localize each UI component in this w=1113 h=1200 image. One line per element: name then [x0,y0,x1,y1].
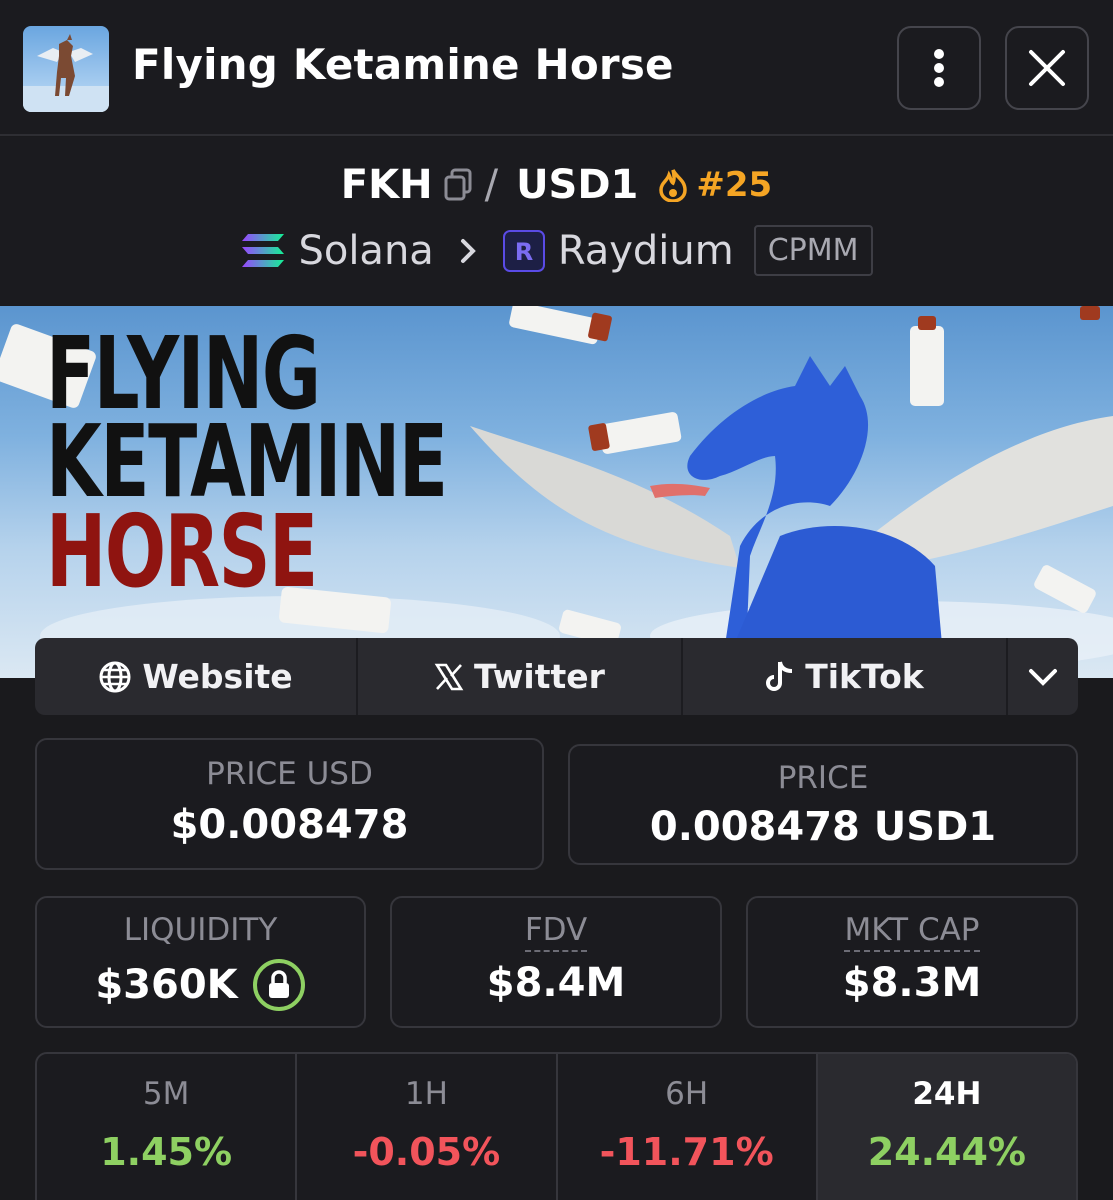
fdv-card: FDV $8.4M [390,896,722,1028]
change-value: 24.44% [867,1130,1027,1174]
price-usd-card: PRICE USD $0.008478 [35,738,544,870]
pair-separator: / [484,162,499,208]
token-banner: FLYING KETAMINE HORSE [0,306,1113,678]
solana-icon [240,232,286,270]
fdv-label[interactable]: FDV [524,912,588,952]
change-value: -0.05% [352,1130,501,1174]
change-label: 1H [404,1076,448,1112]
fdv-value: $8.4M [486,960,626,1006]
close-button[interactable] [1005,26,1089,110]
price-usd-value: $0.008478 [170,802,409,848]
change-label: 5M [142,1076,190,1112]
header-bar: Flying Ketamine Horse [0,0,1113,136]
change-label: 6H [665,1076,709,1112]
price-label: PRICE [777,760,869,796]
change-tab-5m[interactable]: 5M 1.45% [37,1054,298,1200]
vertical-dots-icon [934,49,944,87]
change-tab-1h[interactable]: 1H -0.05% [297,1054,558,1200]
twitter-link[interactable]: Twitter [358,638,683,715]
chevron-right-icon [460,238,476,264]
change-tab-24h[interactable]: 24H 24.44% [817,1054,1076,1200]
quote-symbol: USD1 [516,162,639,208]
dex-link[interactable]: Raydium [558,228,734,274]
change-value: -11.71% [599,1130,774,1174]
twitter-label: Twitter [474,657,605,696]
chain-link[interactable]: Solana [298,228,433,274]
close-icon [1029,50,1065,86]
lock-icon[interactable] [252,958,306,1012]
chevron-down-icon [1029,668,1057,686]
globe-icon [99,661,131,692]
copy-button[interactable] [443,168,473,202]
svg-text:R: R [515,238,533,266]
x-logo-icon [434,663,464,690]
liquidity-value: $360K [95,962,238,1008]
liquidity-label: LIQUIDITY [123,912,278,948]
website-link[interactable]: Website [35,638,358,715]
tiktok-link[interactable]: TikTok [683,638,1008,715]
trending-flame-icon [658,168,688,202]
market-cap-value: $8.3M [842,960,982,1006]
copy-icon [444,168,472,201]
price-card: PRICE 0.008478 USD1 [568,744,1078,865]
raydium-icon: R [502,229,546,273]
market-cap-label[interactable]: MKT CAP [844,912,980,952]
liquidity-card: LIQUIDITY $360K [35,896,366,1028]
website-label: Website [142,657,293,696]
price-usd-label: PRICE USD [206,756,373,792]
tiktok-label: TikTok [805,657,924,696]
chain-line: Solana R Raydium CPMM [0,225,1113,276]
tiktok-icon [766,661,793,691]
change-tab-6h[interactable]: 6H -11.71% [558,1054,818,1200]
price-change-tabs: 5M 1.45% 1H -0.05% 6H -11.71% 24H 24.44% [35,1052,1078,1200]
pool-type-badge: CPMM [753,225,873,276]
token-title: Flying Ketamine Horse [132,40,674,89]
flying-horse-avatar [23,34,109,112]
pair-info: FKH / USD1 #25 Solana R Raydium CPMM [0,137,1113,305]
change-label: 24H [912,1076,982,1112]
more-socials-button[interactable] [1008,638,1078,715]
base-symbol: FKH [340,162,433,208]
pair-line: FKH / USD1 #25 [0,162,1113,208]
trending-rank[interactable]: #25 [696,165,772,205]
change-value: 1.45% [100,1130,233,1174]
more-options-button[interactable] [897,26,981,110]
social-links-bar: Website Twitter TikTok [35,638,1078,715]
market-cap-card: MKT CAP $8.3M [746,896,1078,1028]
price-value: 0.008478 USD1 [649,804,997,850]
banner-line-3: HORSE [46,493,318,610]
token-avatar [23,26,109,112]
